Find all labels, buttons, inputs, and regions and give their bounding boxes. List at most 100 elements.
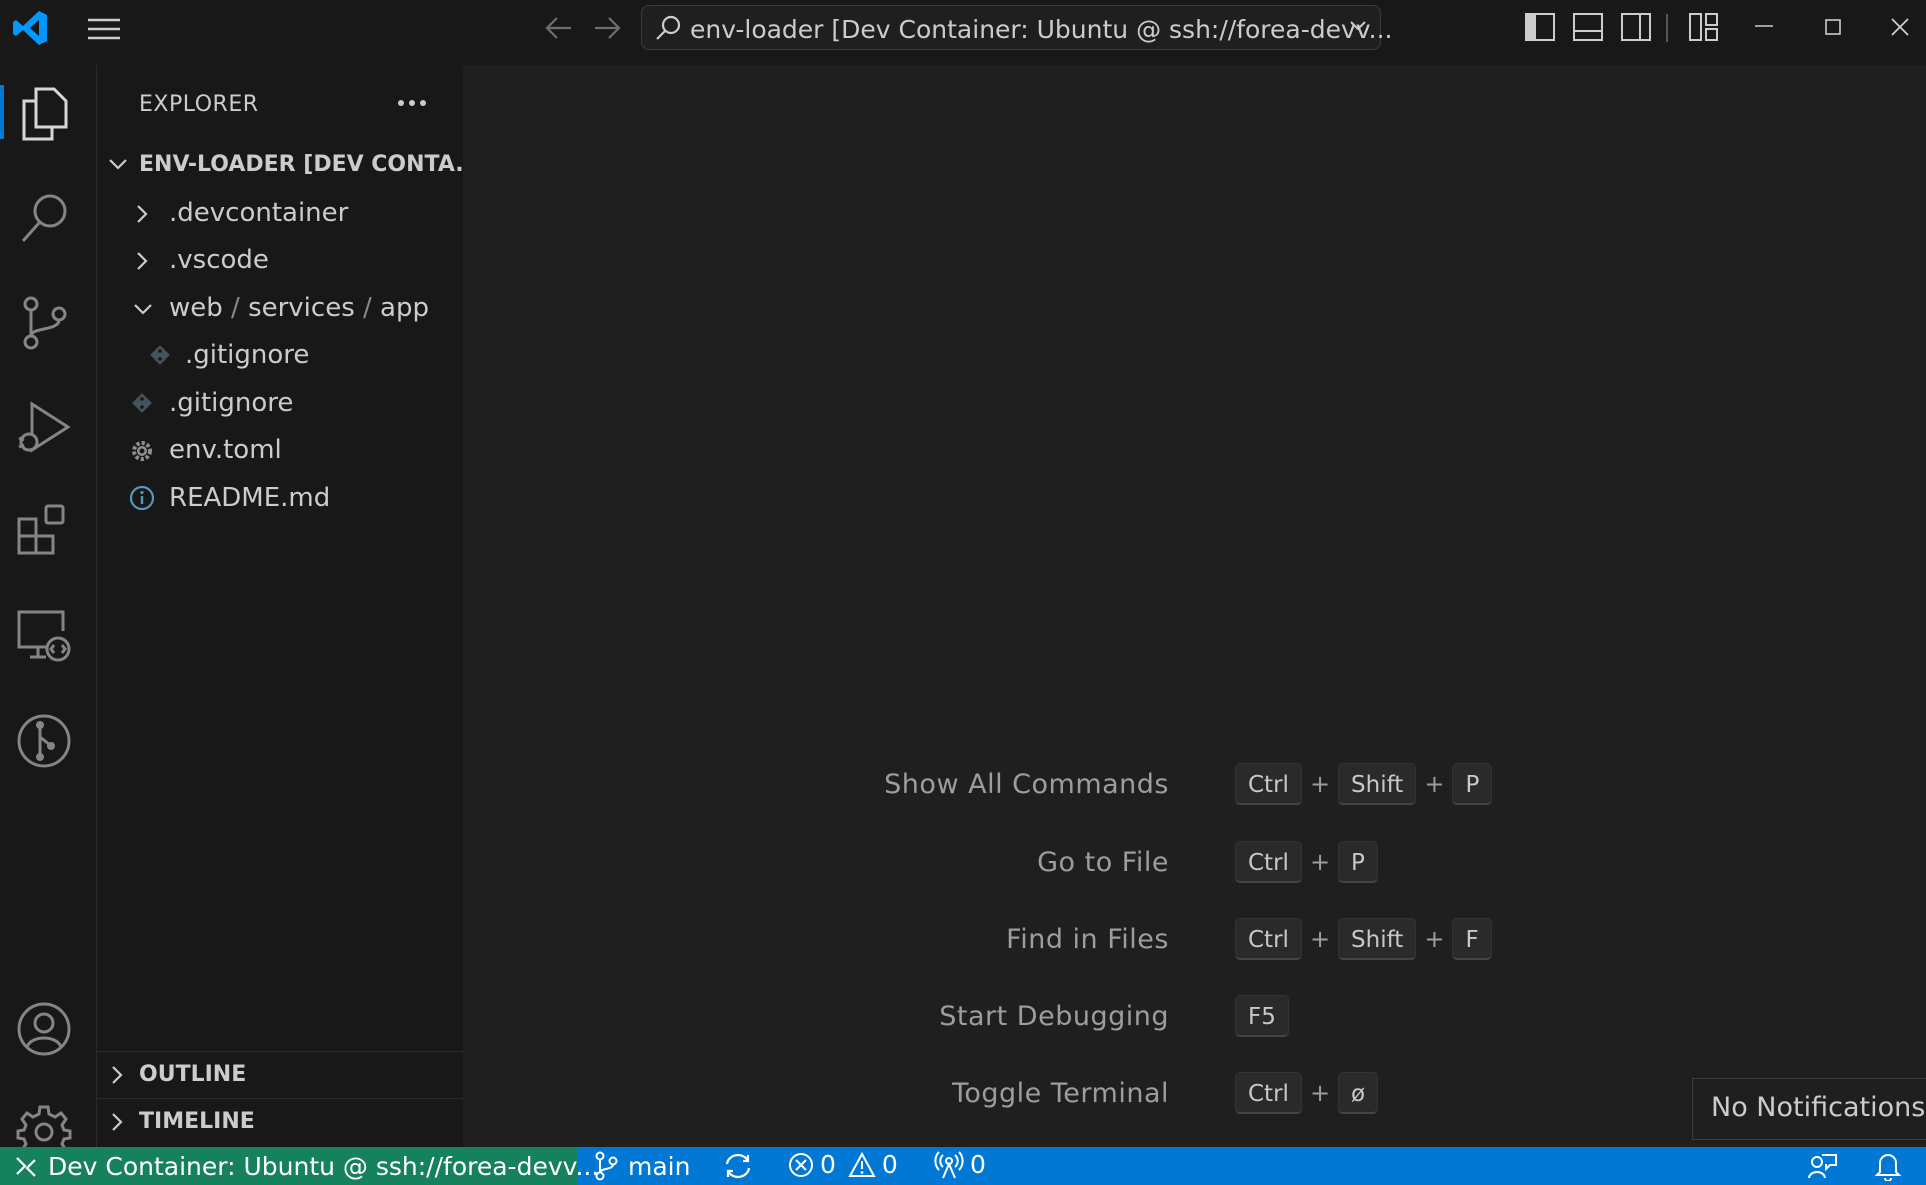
tree-item-devcontainer[interactable]: .devcontainer — [97, 192, 463, 236]
back-arrow-icon[interactable] — [544, 14, 574, 42]
more-actions-icon[interactable] — [397, 99, 427, 107]
path-segment: services — [248, 293, 355, 323]
search-icon[interactable] — [20, 192, 70, 246]
shortcut-go-to-file: Go to File Ctrl + P — [463, 837, 1926, 887]
path-segment: app — [380, 293, 429, 323]
shortcut-keys: Ctrl + Shift + F — [1235, 918, 1492, 960]
shortcut-label: Toggle Terminal — [951, 1078, 1169, 1109]
editor-area: Show All Commands Ctrl + Shift + P Go to… — [463, 65, 1926, 1147]
key-plus: + — [1309, 770, 1331, 798]
path-separator: / — [231, 293, 240, 323]
chevron-right-icon — [109, 1111, 125, 1133]
shortcut-label: Start Debugging — [939, 1001, 1169, 1032]
path-segment: web — [169, 293, 223, 323]
tree-item-label: .devcontainer — [169, 198, 349, 228]
toggle-secondary-sidebar-icon[interactable] — [1620, 12, 1652, 42]
notifications-toast[interactable]: No Notifications — [1692, 1078, 1926, 1140]
tree-item-label: README.md — [169, 483, 331, 513]
maximize-icon[interactable] — [1824, 18, 1842, 36]
customize-layout-icon[interactable] — [1688, 12, 1720, 42]
shortcut-keys: F5 — [1235, 995, 1289, 1037]
timeline-label: TIMELINE — [139, 1109, 255, 1134]
timeline-section[interactable]: TIMELINE — [97, 1098, 463, 1145]
warning-count: 0 — [881, 1150, 898, 1179]
shortcut-find-in-files: Find in Files Ctrl + Shift + F — [463, 914, 1926, 964]
error-icon — [788, 1152, 814, 1178]
chevron-right-icon — [134, 203, 150, 225]
tree-item-label: .vscode — [169, 245, 269, 275]
chevron-right-icon — [134, 250, 150, 272]
settings-file-icon — [129, 438, 155, 464]
command-center-text: env-loader [Dev Container: Ubuntu @ ssh:… — [690, 15, 1393, 44]
tree-item-nested-gitignore[interactable]: .gitignore — [97, 334, 463, 378]
key: Ctrl — [1235, 1072, 1302, 1114]
problems-indicator[interactable]: 0 0 — [788, 1150, 898, 1179]
ports-indicator[interactable]: 0 — [934, 1150, 986, 1179]
workspace-root[interactable]: ENV-LOADER [DEV CONTA... — [97, 144, 480, 188]
tree-item-label: .gitignore — [169, 388, 294, 418]
run-and-debug-icon[interactable] — [16, 401, 72, 457]
tree-item-gitignore[interactable]: .gitignore — [97, 382, 463, 426]
command-center[interactable]: env-loader [Dev Container: Ubuntu @ ssh:… — [641, 5, 1392, 50]
explorer-title: EXPLORER — [139, 92, 259, 117]
tree-item-label: .gitignore — [185, 340, 310, 370]
activity-bar — [0, 65, 97, 1160]
remote-explorer-icon[interactable] — [16, 609, 72, 665]
title-bar: env-loader [Dev Container: Ubuntu @ ssh:… — [0, 0, 1926, 66]
key: Shift — [1338, 763, 1417, 805]
active-indicator — [0, 85, 4, 139]
chevron-down-icon — [132, 301, 154, 317]
shortcut-start-debugging: Start Debugging F5 — [463, 991, 1926, 1041]
tree-item-readme[interactable]: README.md — [97, 477, 463, 521]
sync-icon[interactable] — [722, 1152, 754, 1180]
ports-count: 0 — [970, 1150, 986, 1179]
source-control-icon[interactable] — [20, 295, 70, 351]
vscode-logo-icon — [10, 8, 50, 48]
feedback-icon[interactable] — [1808, 1152, 1838, 1180]
search-icon — [654, 14, 682, 42]
close-window-icon[interactable] — [1890, 17, 1910, 37]
git-graph-icon[interactable] — [16, 713, 72, 769]
remote-indicator[interactable]: Dev Container: Ubuntu @ ssh://forea-devv… — [0, 1147, 599, 1185]
explorer-icon[interactable] — [20, 87, 70, 141]
git-branch-icon — [594, 1151, 618, 1181]
shortcut-keys: Ctrl + ø — [1235, 1072, 1379, 1114]
key: F — [1452, 918, 1492, 960]
shortcut-show-all-commands: Show All Commands Ctrl + Shift + P — [463, 759, 1926, 809]
key: Shift — [1338, 918, 1417, 960]
menu-hamburger-icon[interactable] — [86, 16, 122, 42]
explorer-sidebar: EXPLORER ENV-LOADER [DEV CONTA... .devco… — [97, 65, 480, 1147]
shortcut-keys: Ctrl + P — [1235, 841, 1378, 883]
forward-arrow-icon[interactable] — [592, 14, 622, 42]
key-plus: + — [1309, 925, 1331, 953]
key: Ctrl — [1235, 918, 1302, 960]
info-icon — [129, 485, 155, 511]
chevron-down-icon[interactable] — [1348, 19, 1368, 33]
chevron-right-icon — [109, 1064, 125, 1086]
key: P — [1452, 763, 1493, 805]
path-separator: / — [363, 293, 372, 323]
accounts-icon[interactable] — [16, 1001, 72, 1057]
key-plus: + — [1424, 770, 1445, 798]
branch-indicator[interactable]: main — [594, 1151, 690, 1181]
outline-section[interactable]: OUTLINE — [97, 1051, 463, 1098]
chevron-down-icon — [107, 156, 129, 172]
remote-icon — [14, 1154, 38, 1180]
tree-item-env-toml[interactable]: env.toml — [97, 429, 463, 473]
tree-item-vscode[interactable]: .vscode — [97, 239, 463, 283]
minimize-icon[interactable] — [1754, 24, 1774, 28]
shortcut-label: Find in Files — [1006, 924, 1169, 955]
git-file-icon — [149, 344, 171, 366]
extensions-icon[interactable] — [16, 503, 72, 559]
remote-label: Dev Container: Ubuntu @ ssh://forea-devv… — [48, 1152, 600, 1181]
outline-label: OUTLINE — [139, 1062, 247, 1087]
key: Ctrl — [1235, 763, 1302, 805]
bell-icon[interactable] — [1874, 1151, 1902, 1181]
key-plus: + — [1309, 1079, 1331, 1107]
tree-item-web-services-app[interactable]: web / services / app — [97, 287, 463, 331]
toggle-panel-icon[interactable] — [1572, 12, 1604, 42]
branch-name: main — [628, 1151, 691, 1181]
error-count: 0 — [820, 1150, 836, 1179]
key-plus: + — [1424, 925, 1445, 953]
toggle-primary-sidebar-icon[interactable] — [1524, 12, 1556, 42]
